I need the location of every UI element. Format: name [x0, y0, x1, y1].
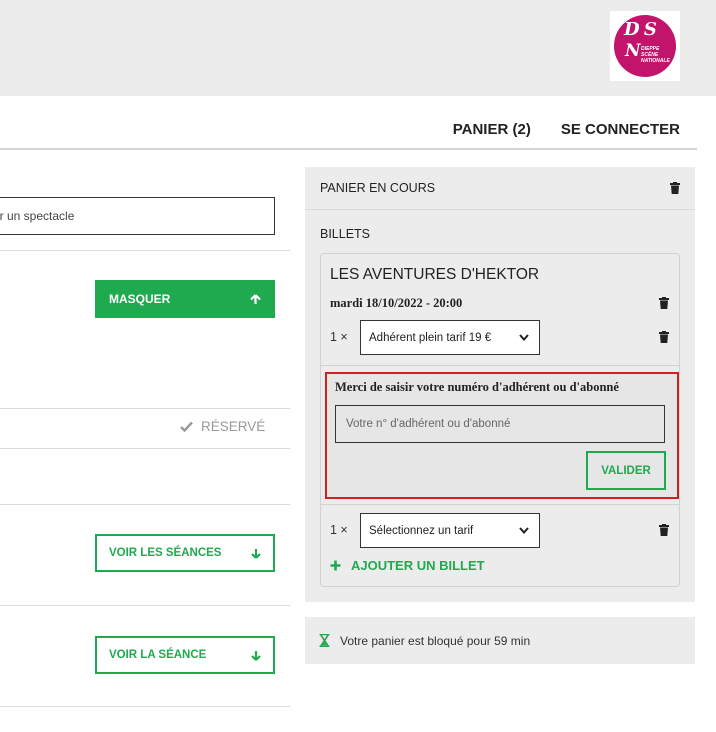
chevron-down-icon	[519, 527, 529, 534]
cart-panel: PANIER EN COURS BILLETS LES AVENTURES D'…	[305, 167, 695, 602]
tickets-section-label: BILLETS	[320, 227, 371, 241]
divider	[0, 706, 290, 707]
cart-header: PANIER EN COURS	[305, 167, 695, 210]
show-title: LES AVENTURES D'HEKTOR	[330, 266, 540, 283]
see-sessions-button[interactable]: VOIR LES SÉANCES	[95, 534, 275, 572]
hide-button-label: MASQUER	[109, 292, 171, 306]
hide-button[interactable]: MASQUER	[95, 280, 275, 318]
trash-icon[interactable]	[659, 331, 669, 343]
hourglass-icon	[319, 634, 330, 647]
divider	[0, 408, 290, 409]
check-icon	[180, 421, 193, 432]
see-sessions-label: VOIR LES SÉANCES	[109, 547, 222, 559]
login-link[interactable]: SE CONNECTER	[561, 121, 680, 138]
reserved-status: RÉSERVÉ	[180, 419, 265, 434]
member-number-box: Merci de saisir votre numéro d'adhérent …	[325, 372, 679, 499]
divider	[0, 448, 290, 449]
timer-text: Votre panier est bloqué pour 59 min	[340, 633, 531, 648]
top-bar	[0, 0, 716, 96]
tariff-select[interactable]: Sélectionnez un tarif	[360, 513, 540, 548]
main-nav: PANIER (2) SE CONNECTER	[453, 121, 680, 138]
divider	[0, 250, 290, 251]
divider	[0, 504, 290, 505]
reserved-label: RÉSERVÉ	[201, 419, 266, 434]
logo-text-line3: NATIONALE	[641, 58, 670, 64]
tariff-select-value: Sélectionnez un tarif	[369, 524, 474, 537]
logo-dieppe-scene-nationale[interactable]: D S N DIEPPE SCÈNE NATIONALE	[610, 11, 680, 81]
trash-icon[interactable]	[670, 182, 680, 194]
cart-link[interactable]: PANIER (2)	[453, 121, 531, 138]
cart-timer: Votre panier est bloqué pour 59 min	[305, 617, 695, 664]
show-date: mardi 18/10/2022 - 20:00	[330, 296, 463, 310]
ticket-card: LES AVENTURES D'HEKTOR mardi 18/10/2022 …	[320, 253, 680, 587]
member-number-label: Merci de saisir votre numéro d'adhérent …	[335, 380, 619, 394]
add-ticket-button[interactable]: AJOUTER UN BILLET	[330, 558, 485, 573]
ticket-quantity: 1 ×	[330, 523, 348, 537]
ticket-quantity: 1 ×	[330, 330, 348, 344]
arrow-down-icon	[251, 650, 261, 661]
see-session-label: VOIR LA SÉANCE	[109, 649, 207, 661]
divider	[321, 504, 679, 505]
trash-icon[interactable]	[659, 524, 669, 536]
tariff-select[interactable]: Adhérent plein tarif 19 €	[360, 320, 540, 355]
add-ticket-label: AJOUTER UN BILLET	[351, 558, 485, 573]
arrow-down-icon	[251, 548, 261, 559]
divider	[321, 365, 679, 366]
trash-icon[interactable]	[659, 297, 669, 309]
logo-mark: D S	[624, 19, 657, 40]
nav-divider	[0, 148, 697, 150]
search-input[interactable]	[0, 197, 275, 235]
tariff-select-value: Adhérent plein tarif 19 €	[369, 331, 492, 344]
cart-title: PANIER EN COURS	[320, 181, 436, 195]
member-number-input[interactable]	[335, 405, 665, 443]
validate-button[interactable]: VALIDER	[586, 451, 666, 490]
logo-disc: D S N DIEPPE SCÈNE NATIONALE	[614, 15, 676, 77]
divider	[0, 605, 290, 606]
plus-icon	[330, 560, 341, 571]
see-session-button[interactable]: VOIR LA SÉANCE	[95, 636, 275, 674]
arrow-up-icon	[250, 293, 261, 304]
chevron-down-icon	[519, 334, 529, 341]
